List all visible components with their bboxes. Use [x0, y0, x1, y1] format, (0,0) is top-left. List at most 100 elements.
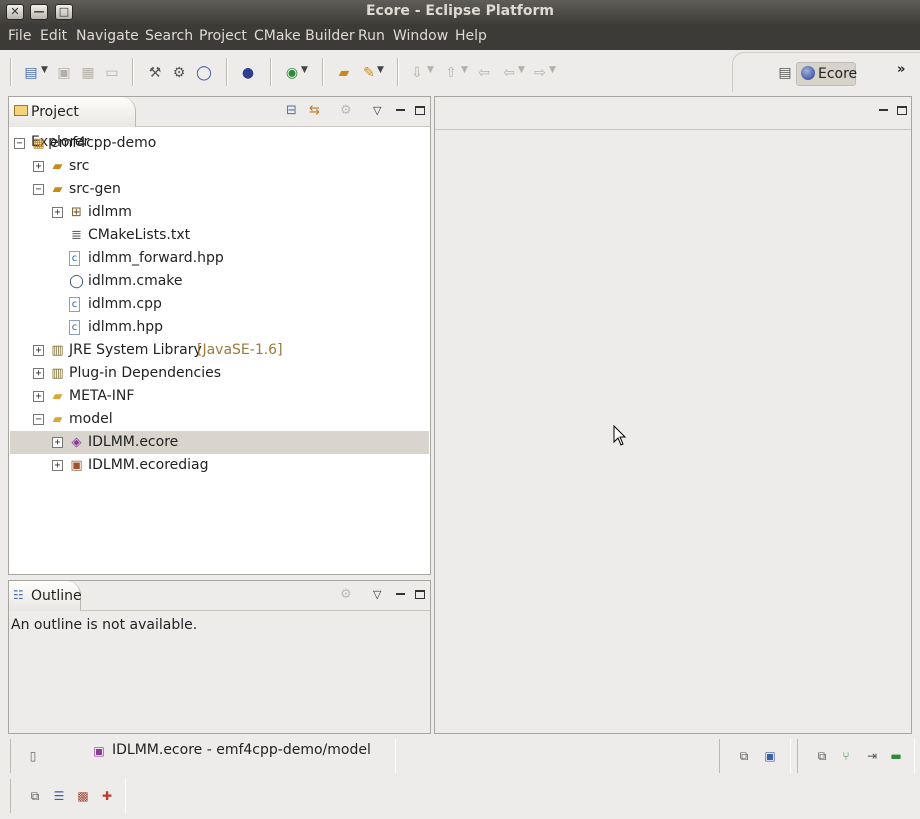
- tree-item[interactable]: ≣ CMakeLists.txt: [10, 224, 429, 247]
- build-icon[interactable]: ⚒: [146, 64, 164, 82]
- progress-icon[interactable]: ▬: [888, 748, 904, 764]
- title-bar: ✕ — □ Ecore - Eclipse Platform: [0, 0, 920, 24]
- collapse-icon[interactable]: −: [33, 184, 44, 195]
- save-all-icon[interactable]: ▦: [79, 64, 97, 82]
- expand-icon[interactable]: +: [52, 437, 63, 448]
- properties-icon[interactable]: ☰: [51, 788, 67, 804]
- forward-icon[interactable]: ⇨: [531, 64, 549, 82]
- window-maximize-button[interactable]: □: [55, 4, 73, 20]
- tree-item-label: model: [69, 411, 113, 427]
- maximize-view-icon[interactable]: [415, 590, 425, 599]
- tree-item-label: IDLMM.ecore: [88, 434, 179, 450]
- print-icon[interactable]: ▭: [103, 64, 121, 82]
- menu-edit[interactable]: Edit: [40, 28, 67, 44]
- open-task-icon[interactable]: ✎: [360, 64, 378, 82]
- tree-item[interactable]: + ▣ IDLMM.ecorediag: [10, 454, 429, 477]
- new-dropdown-arrow[interactable]: ▼: [41, 65, 48, 75]
- view-menu-icon[interactable]: ▽: [373, 588, 381, 601]
- cmake-icon[interactable]: ◯: [195, 64, 213, 82]
- menu-search[interactable]: Search: [145, 28, 193, 44]
- focus-icon[interactable]: ⚙: [340, 587, 352, 602]
- minimize-view-icon[interactable]: [396, 109, 405, 112]
- tree-item[interactable]: + ▥ Plug-in Dependencies: [10, 362, 429, 385]
- run-icon[interactable]: ◉: [283, 64, 301, 82]
- open-folder-icon[interactable]: ▰: [335, 64, 353, 82]
- editor-area[interactable]: [434, 96, 912, 734]
- menu-run[interactable]: Run: [358, 28, 385, 44]
- save-icon[interactable]: ▣: [55, 64, 73, 82]
- maximize-editor-icon[interactable]: [897, 106, 907, 115]
- build-all-icon[interactable]: ⚙: [170, 64, 188, 82]
- new-wizard-icon[interactable]: ▤: [22, 64, 40, 82]
- expand-icon[interactable]: +: [33, 368, 44, 379]
- tree-item[interactable]: + ▥ JRE System Library [JavaSE-1.6]: [10, 339, 429, 362]
- hierarchy-icon[interactable]: ⑂: [838, 748, 854, 764]
- prev-annotation-dropdown[interactable]: ▼: [461, 65, 468, 75]
- collapse-icon[interactable]: −: [14, 138, 25, 149]
- perspective-chevron[interactable]: »: [897, 62, 905, 77]
- task-dropdown-arrow[interactable]: ▼: [377, 65, 384, 75]
- tab-outline[interactable]: ☷ Outline: [9, 581, 82, 611]
- back-dropdown[interactable]: ▼: [518, 65, 525, 75]
- menu-window[interactable]: Window: [393, 28, 448, 44]
- collapse-icon[interactable]: −: [33, 414, 44, 425]
- tree-item[interactable]: c idlmm.hpp: [10, 316, 429, 339]
- toolbar-separator: [322, 58, 324, 86]
- window-minimize-button[interactable]: —: [30, 4, 48, 20]
- problems-icon[interactable]: ✚: [99, 788, 115, 804]
- maximize-view-icon[interactable]: [415, 106, 425, 115]
- project-icon: ▦: [32, 136, 45, 151]
- next-annotation-icon[interactable]: ⇩: [408, 64, 426, 82]
- cpp-header-icon: c: [69, 251, 80, 266]
- prev-annotation-icon[interactable]: ⇧: [442, 64, 460, 82]
- restore-icon[interactable]: ⧉: [27, 788, 43, 804]
- open-perspective-icon[interactable]: ▤: [776, 64, 794, 82]
- menu-bar: File Edit Navigate Search Project CMake …: [0, 24, 920, 50]
- expand-icon[interactable]: +: [33, 161, 44, 172]
- back-icon[interactable]: ⇦: [500, 64, 518, 82]
- minimize-view-icon[interactable]: [396, 593, 405, 596]
- tree-item[interactable]: + ⊞ idlmm: [10, 201, 429, 224]
- window-close-button[interactable]: ✕: [6, 4, 24, 20]
- expand-icon[interactable]: +: [33, 391, 44, 402]
- fast-view-icon[interactable]: ▯: [25, 748, 41, 764]
- menu-file[interactable]: File: [8, 28, 31, 44]
- outline-message: An outline is not available.: [11, 617, 198, 633]
- tree-item[interactable]: − ▰ src-gen: [10, 178, 429, 201]
- view-menu-icon[interactable]: ▽: [373, 104, 381, 117]
- focus-icon[interactable]: ⚙: [340, 103, 352, 118]
- perspective-ecore-button[interactable]: Ecore: [796, 62, 857, 86]
- source-folder-icon: ▰: [52, 159, 63, 174]
- expand-icon[interactable]: +: [52, 460, 63, 471]
- tree-item[interactable]: + ▰ src: [10, 155, 429, 178]
- tree-item[interactable]: + ▰ META-INF: [10, 385, 429, 408]
- menu-navigate[interactable]: Navigate: [76, 28, 139, 44]
- tree-item[interactable]: + ◈ IDLMM.ecore: [10, 431, 429, 454]
- minimize-editor-icon[interactable]: [879, 109, 888, 112]
- last-edit-icon[interactable]: ⇦: [475, 64, 493, 82]
- export-icon[interactable]: ⇥: [864, 748, 880, 764]
- collapse-all-icon[interactable]: ⊟: [286, 103, 297, 118]
- lower-trim-bar: ⧉ ☰ ▩ ✚: [0, 776, 920, 816]
- ecore-model-icon[interactable]: ●: [239, 64, 257, 82]
- expand-icon[interactable]: +: [33, 345, 44, 356]
- restore-icon[interactable]: ⧉: [736, 748, 752, 764]
- menu-project[interactable]: Project: [199, 28, 247, 44]
- tree-item[interactable]: − ▦ emf4cpp-demo: [10, 132, 429, 155]
- tree-item-label: idlmm.hpp: [88, 319, 164, 335]
- restore-icon[interactable]: ⧉: [814, 748, 830, 764]
- menu-help[interactable]: Help: [455, 28, 487, 44]
- tab-project-explorer[interactable]: Project Explorer: [9, 97, 136, 150]
- tasks-icon[interactable]: ▩: [75, 788, 91, 804]
- tree-item[interactable]: ◯ idlmm.cmake: [10, 270, 429, 293]
- forward-dropdown[interactable]: ▼: [549, 65, 556, 75]
- run-dropdown-arrow[interactable]: ▼: [301, 65, 308, 75]
- expand-icon[interactable]: +: [52, 207, 63, 218]
- monitor-icon[interactable]: ▣: [762, 748, 778, 764]
- tree-item[interactable]: c idlmm.cpp: [10, 293, 429, 316]
- link-with-editor-icon[interactable]: ⇆: [309, 103, 320, 118]
- tree-item[interactable]: c idlmm_forward.hpp: [10, 247, 429, 270]
- tree-item[interactable]: − ▰ model: [10, 408, 429, 431]
- menu-cmake-builder[interactable]: CMake Builder: [254, 28, 355, 44]
- next-annotation-dropdown[interactable]: ▼: [427, 65, 434, 75]
